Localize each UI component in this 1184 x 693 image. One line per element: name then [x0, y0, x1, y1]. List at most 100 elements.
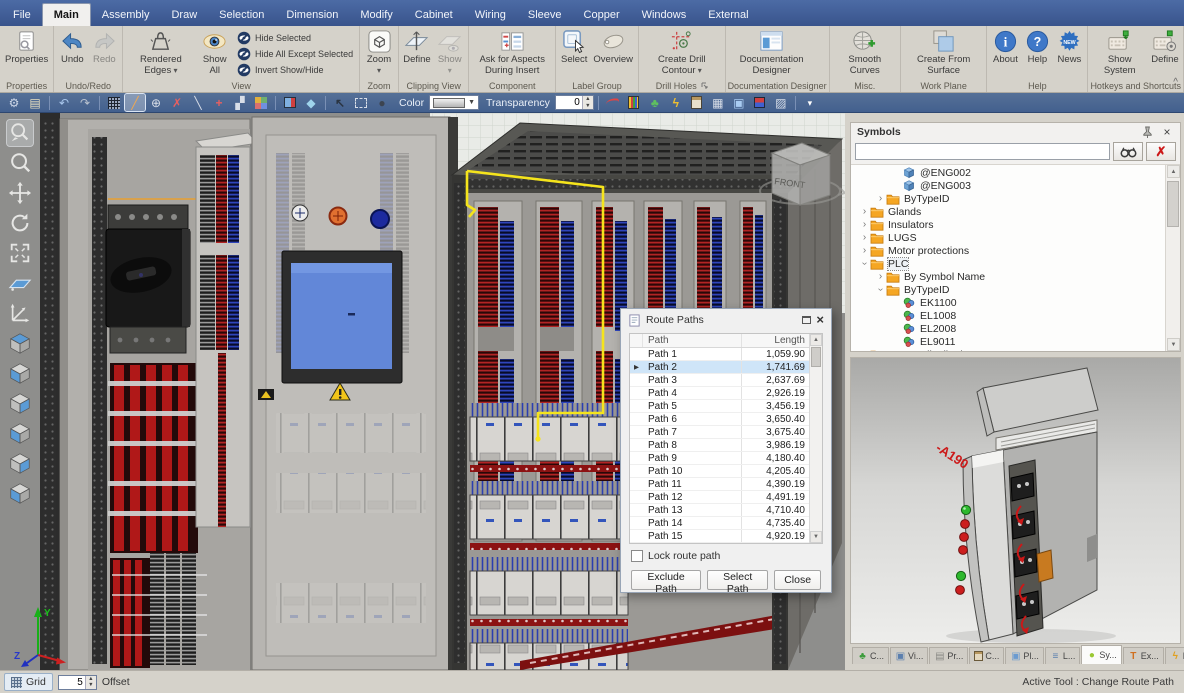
select-path-button[interactable]: Select Path — [707, 570, 768, 590]
table-grid-icon[interactable]: ▦ — [708, 94, 728, 111]
define-button[interactable]: Define — [401, 27, 433, 66]
zoom-select-icon[interactable] — [7, 120, 33, 146]
tree-item-bytypeid[interactable]: ›ByTypeID — [851, 192, 1164, 205]
expander-icon[interactable]: › — [859, 219, 870, 230]
column-path[interactable]: Path — [643, 334, 741, 347]
expander-icon[interactable]: › — [859, 245, 870, 256]
scrollbar-thumb[interactable] — [1167, 181, 1179, 227]
lock-route-path-checkbox[interactable] — [631, 550, 643, 562]
align-blocks-icon[interactable] — [251, 94, 271, 111]
pick-arrow-icon[interactable]: ↖ — [330, 94, 350, 111]
scrollbar-thumb[interactable] — [811, 347, 821, 367]
define-button[interactable]: Define — [1149, 27, 1181, 66]
news-button[interactable]: NEWNews — [1053, 27, 1085, 66]
menu-tab-copper[interactable]: Copper — [573, 4, 631, 26]
tree-item-plc[interactable]: ›PLC — [851, 257, 1164, 270]
panel-tab-fi[interactable]: ϟFi... — [1165, 647, 1184, 664]
select-button[interactable]: Select — [558, 27, 590, 66]
orbit-ball-icon[interactable]: ● — [372, 94, 392, 111]
fit-view-icon[interactable] — [7, 240, 33, 266]
tree-item-el2008[interactable]: EL2008 — [851, 322, 1164, 335]
path-row[interactable]: Path 11,059.90 — [630, 348, 809, 361]
tree-item-bytypeid[interactable]: ›ByTypeID — [851, 283, 1164, 296]
rendered-edges-button[interactable]: Rendered Edges ▾ — [125, 27, 196, 76]
smooth-curves-button[interactable]: Smooth Curves — [832, 27, 898, 76]
tree-item-eng003[interactable]: @ENG003 — [851, 179, 1164, 192]
zoom-icon[interactable] — [7, 150, 33, 176]
expander-icon[interactable]: › — [859, 349, 870, 351]
view-cube-front-icon[interactable] — [7, 420, 33, 446]
tree-item-power-distribution[interactable]: ›Power_distribution — [851, 348, 1164, 351]
scroll-down-icon[interactable]: ▼ — [810, 531, 822, 543]
path-row[interactable]: Path 63,650.40 — [630, 413, 809, 426]
exclude-path-button[interactable]: Exclude Path — [631, 570, 701, 590]
redo-button[interactable]: Redo — [88, 27, 120, 66]
preview-3d-panel[interactable]: -A190 — [850, 357, 1181, 644]
stepper-down-icon[interactable]: ▼ — [583, 103, 593, 110]
view-cube-back-icon[interactable] — [7, 450, 33, 476]
path-row[interactable]: Path 32,637.69 — [630, 374, 809, 387]
panel-edit-icon[interactable]: ▨ — [771, 94, 791, 111]
tree-item-motor-protections[interactable]: ›Motor protections — [851, 244, 1164, 257]
ask-for-aspects-during-insert-button[interactable]: Ask for Aspects During Insert — [471, 27, 553, 76]
menu-tab-assembly[interactable]: Assembly — [91, 4, 161, 26]
expander-icon[interactable]: › — [875, 284, 886, 295]
dialog-scrollbar[interactable]: ▲ ▼ — [809, 334, 822, 543]
tree-scrollbar[interactable]: ▲ ▼ — [1165, 165, 1180, 351]
panel-tab-pl[interactable]: ▣Pl... — [1005, 647, 1044, 664]
pin-icon[interactable] — [1140, 125, 1154, 139]
scroll-down-icon[interactable]: ▼ — [1167, 338, 1180, 351]
grid-size-input[interactable] — [59, 676, 85, 689]
show-system-button[interactable]: Show System — [1090, 27, 1149, 76]
view-cube-bottom-icon[interactable] — [7, 480, 33, 506]
tree-item-glands[interactable]: ›Glands — [851, 205, 1164, 218]
panel-tab-vi[interactable]: ▣Vi... — [890, 647, 928, 664]
zoom-button[interactable]: Zoom ▾ — [362, 27, 396, 76]
menu-tab-windows[interactable]: Windows — [631, 4, 698, 26]
create-drill-contour-button[interactable]: Create Drill Contour ▾ — [641, 27, 723, 76]
clover-icon[interactable]: ♣ — [645, 94, 665, 111]
menu-tab-modify[interactable]: Modify — [349, 4, 403, 26]
panel-tab-sy[interactable]: ●Sy... — [1081, 645, 1121, 664]
cabinet-box-icon[interactable] — [687, 94, 707, 111]
stepper-down-icon[interactable]: ▼ — [86, 682, 96, 689]
color-dropdown[interactable]: ▼ — [429, 95, 479, 110]
expander-icon[interactable]: › — [875, 193, 886, 204]
copy-properties-icon[interactable]: ▤ — [25, 94, 45, 111]
path-row[interactable]: Path 94,180.40 — [630, 452, 809, 465]
clip-plane-icon[interactable] — [7, 270, 33, 296]
panel-toggle-icon[interactable] — [280, 94, 300, 111]
about-button[interactable]: iAbout — [989, 27, 1021, 66]
scroll-up-icon[interactable]: ▲ — [1167, 165, 1180, 178]
panel-tab-c[interactable]: C... — [969, 647, 1004, 664]
overview-button[interactable]: Overview — [590, 27, 636, 66]
tree-item-by-symbol-name[interactable]: ›By Symbol Name — [851, 270, 1164, 283]
expander-icon[interactable]: › — [875, 271, 886, 282]
panel-close-icon[interactable]: × — [1160, 125, 1174, 139]
path-row[interactable]: Path 73,675.40 — [630, 426, 809, 439]
show-button[interactable]: Show ▾ — [433, 27, 466, 76]
maximize-icon[interactable] — [802, 316, 811, 324]
grid-small-icon[interactable] — [104, 94, 124, 111]
column-length[interactable]: Length — [741, 334, 809, 347]
search-button[interactable] — [1113, 142, 1143, 161]
transparency-input[interactable] — [556, 96, 582, 109]
tree-item-el9011[interactable]: EL9011 — [851, 335, 1164, 348]
move-axes-icon[interactable] — [7, 300, 33, 326]
menu-tab-sleeve[interactable]: Sleeve — [517, 4, 573, 26]
route-paths-dialog[interactable]: Route Paths × Path Length Path 11,059.90… — [620, 308, 832, 593]
snap-delete-icon[interactable]: ✗ — [167, 94, 187, 111]
close-icon[interactable]: × — [816, 315, 824, 325]
panel-tab-pr[interactable]: ▤Pr... — [929, 647, 968, 664]
hide-selected-button[interactable]: Hide Selected — [233, 30, 357, 46]
tree-item-insulators[interactable]: ›Insulators — [851, 218, 1164, 231]
tree-item-eng002[interactable]: @ENG002 — [851, 166, 1164, 179]
path-row[interactable]: Path 83,986.19 — [630, 439, 809, 452]
path-row[interactable]: Path 42,926.19 — [630, 387, 809, 400]
draw-line-icon[interactable]: ╱ — [125, 94, 145, 111]
create-from-surface-button[interactable]: Create From Surface — [903, 27, 985, 76]
menu-tab-cabinet[interactable]: Cabinet — [404, 4, 464, 26]
expander-icon[interactable]: › — [859, 206, 870, 217]
tree-item-lugs[interactable]: ›LUGS — [851, 231, 1164, 244]
pan-icon[interactable] — [7, 180, 33, 206]
